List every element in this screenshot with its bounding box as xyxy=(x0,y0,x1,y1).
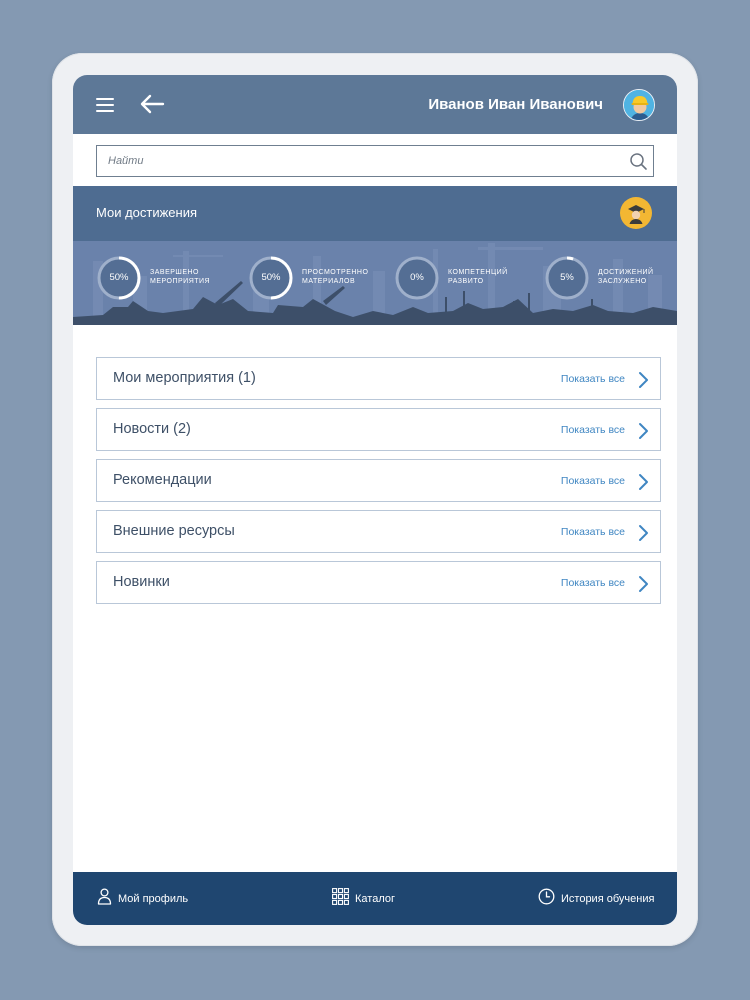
arrow-left-icon[interactable] xyxy=(139,93,165,120)
achievements-band: 50% Завершено мероприятия 50% Просмотрен… xyxy=(73,241,677,325)
chevron-right-icon[interactable] xyxy=(637,371,649,394)
graduate-icon[interactable] xyxy=(620,197,652,229)
stat-value: 50% xyxy=(109,272,129,283)
stat-value: 50% xyxy=(261,272,281,283)
app-screen: Иванов Иван Иванович Мои достижения xyxy=(73,75,677,925)
show-all-link[interactable]: Показать все xyxy=(561,475,625,487)
nav-label: История обучения xyxy=(561,892,655,905)
stat-label: Компетенций развито xyxy=(448,269,508,285)
stat-label: Завершено мероприятия xyxy=(150,269,211,285)
show-all-link[interactable]: Показать все xyxy=(561,577,625,589)
search-area xyxy=(73,134,677,186)
chevron-right-icon[interactable] xyxy=(637,473,649,496)
achievements-header: Мои достижения xyxy=(73,186,677,241)
section-title: Мои мероприятия (1) xyxy=(113,370,256,386)
grid-icon xyxy=(332,887,349,910)
section-my-events[interactable]: Мои мероприятия (1) Показать все xyxy=(96,357,661,400)
stat-label: Достижений заслужено xyxy=(598,269,654,285)
user-avatar[interactable] xyxy=(623,89,655,121)
nav-label: Каталог xyxy=(355,892,395,905)
hamburger-menu-icon[interactable] xyxy=(96,98,114,112)
stat-value: 0% xyxy=(410,272,424,283)
search-icon[interactable] xyxy=(629,152,648,176)
section-title: Внешние ресурсы xyxy=(113,523,235,539)
section-title: Новости (2) xyxy=(113,421,191,437)
show-all-link[interactable]: Показать все xyxy=(561,526,625,538)
nav-learning-history[interactable]: История обучения xyxy=(538,872,654,925)
achievements-title: Мои достижения xyxy=(96,205,198,220)
section-external-resources[interactable]: Внешние ресурсы Показать все xyxy=(96,510,661,553)
stat-value: 5% xyxy=(560,272,574,283)
show-all-link[interactable]: Показать все xyxy=(561,424,625,436)
user-name[interactable]: Иванов Иван Иванович xyxy=(428,96,603,113)
nav-my-profile[interactable]: Мой профиль xyxy=(97,872,188,925)
section-new-arrivals[interactable]: Новинки Показать все xyxy=(96,561,661,604)
section-news[interactable]: Новости (2) Показать все xyxy=(96,408,661,451)
top-bar: Иванов Иван Иванович xyxy=(73,75,677,134)
show-all-link[interactable]: Показать все xyxy=(561,373,625,385)
section-recommendations[interactable]: Рекомендации Показать все xyxy=(96,459,661,502)
bottom-navigation: Мой профиль Каталог История обучения xyxy=(73,872,677,925)
person-icon xyxy=(97,887,112,910)
search-box xyxy=(96,145,654,177)
chevron-right-icon[interactable] xyxy=(637,575,649,598)
section-title: Рекомендации xyxy=(113,472,212,488)
nav-catalog[interactable]: Каталог xyxy=(332,872,395,925)
search-input[interactable] xyxy=(97,146,653,176)
sections-list: Мои мероприятия (1) Показать все Новости… xyxy=(73,325,677,604)
clock-icon xyxy=(538,888,555,910)
section-title: Новинки xyxy=(113,574,170,590)
stat-label: Просмотренно материалов xyxy=(302,269,369,285)
chevron-right-icon[interactable] xyxy=(637,422,649,445)
chevron-right-icon[interactable] xyxy=(637,524,649,547)
nav-label: Мой профиль xyxy=(118,892,189,905)
